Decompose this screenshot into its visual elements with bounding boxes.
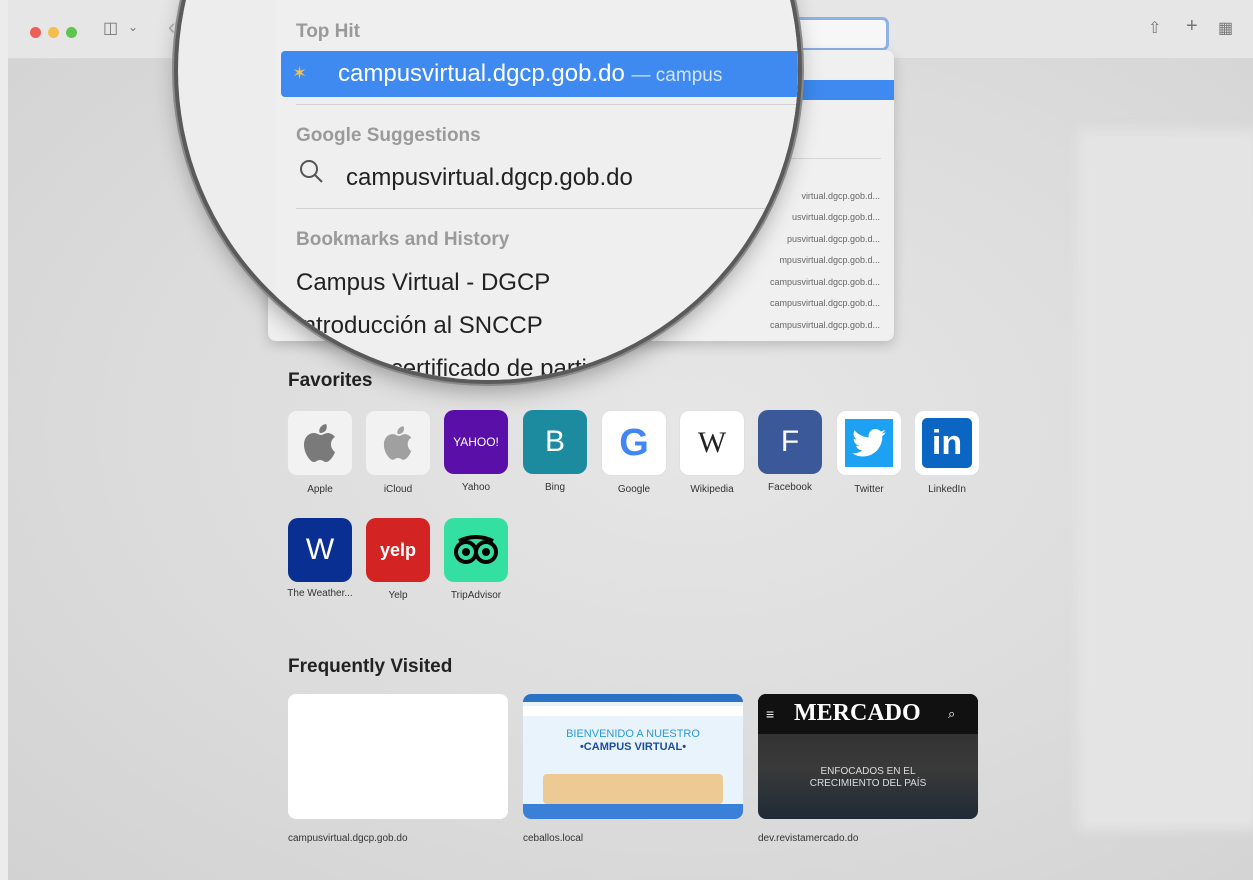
favorite-label: Apple (307, 484, 333, 495)
yahoo-logo-icon: YAHOO! (444, 410, 508, 474)
site-thumbnail: BIENVENIDO A NUESTRO •CAMPUS VIRTUAL• (523, 694, 743, 819)
minimize-window-button[interactable] (48, 27, 59, 38)
favorite-twitter[interactable]: Twitter (829, 410, 909, 496)
top-hit-subtitle: — campus (631, 65, 723, 86)
history-item[interactable]: Generar certificado de parti (296, 355, 587, 380)
weather-letter-icon: W (288, 518, 352, 582)
thumbnail-text: CRECIMIENTO DEL PAÍS (809, 778, 927, 789)
bing-letter-icon: B (523, 410, 587, 474)
favorite-bing[interactable]: B Bing (515, 410, 595, 494)
favorite-label: iCloud (383, 484, 413, 495)
top-hit-header: Top Hit (296, 21, 361, 42)
history-item[interactable]: Introducción al SNCCP (296, 312, 543, 340)
background-blur-panel (1078, 130, 1253, 830)
top-hit-text[interactable]: campusvirtual.dgcp.gob.do — campus (338, 60, 722, 88)
chevron-down-icon[interactable]: ⌄ (128, 20, 138, 34)
tripadvisor-owl-icon (444, 518, 508, 582)
wikipedia-logo-icon: W (679, 410, 745, 476)
frequent-site-label: campusvirtual.dgcp.gob.do (288, 833, 408, 844)
frequent-site-campusvirtual[interactable]: campusvirtual.dgcp.gob.do (288, 694, 508, 844)
favorite-label: The Weather... (287, 588, 353, 599)
close-window-button[interactable] (30, 27, 41, 38)
facebook-letter-icon: F (758, 410, 822, 474)
back-icon[interactable]: ‹ (168, 14, 175, 40)
share-icon[interactable]: ⇧ (1148, 18, 1161, 38)
favorite-label: Bing (544, 482, 565, 493)
top-hit-url: campusvirtual.dgcp.gob.do (338, 60, 625, 87)
favorite-label: Google (617, 484, 651, 495)
apple-logo-icon (287, 410, 353, 476)
favorite-tripadvisor[interactable]: TripAdvisor (436, 518, 516, 602)
google-logo-icon: G (601, 410, 667, 476)
favorite-label: Wikipedia (690, 484, 734, 495)
google-suggestions-header: Google Suggestions (296, 125, 481, 146)
dropdown-separator (296, 104, 798, 105)
safari-window: ◫ ⌄ ‹ ⇧ + ▦ virtual.dgcp.gob.d... usvirt… (8, 0, 1253, 880)
thumbnail-heading: BIENVENIDO A NUESTRO (566, 728, 700, 740)
magnifier-lens: Top Hit ✶ campusvirtual.dgcp.gob.do — ca… (178, 0, 798, 380)
zoom-window-button[interactable] (66, 27, 77, 38)
favorite-facebook[interactable]: F Facebook (750, 410, 830, 494)
favorite-weather[interactable]: W The Weather... (280, 518, 360, 600)
linkedin-logo-icon: in (914, 410, 980, 476)
search-icon: ⌕ (948, 706, 956, 721)
favorite-apple[interactable]: Apple (280, 410, 360, 496)
tab-overview-icon[interactable]: ▦ (1218, 18, 1233, 38)
google-suggestion-item[interactable]: campusvirtual.dgcp.gob.do (346, 164, 633, 192)
dropdown-separator (296, 208, 798, 209)
frequent-site-revistamercado[interactable]: ≡ MERCADO ⌕ ENFOCADOS EN EL CRECIMIENTO … (758, 694, 978, 844)
favorite-label: TripAdvisor (450, 590, 502, 601)
favorite-label: Yahoo (461, 482, 491, 493)
favorite-yelp[interactable]: yelp Yelp (358, 518, 438, 602)
favorite-label: Yelp (388, 590, 408, 601)
frequent-site-label: ceballos.local (523, 833, 584, 844)
search-icon (300, 160, 323, 183)
sidebar-icon[interactable]: ◫ (103, 18, 118, 38)
favorite-yahoo[interactable]: YAHOO! Yahoo (436, 410, 516, 494)
favorite-label: Twitter (854, 484, 884, 495)
frequent-site-label: dev.revistamercado.do (758, 833, 859, 844)
favorite-google[interactable]: G Google (594, 410, 674, 496)
frequent-site-ceballos[interactable]: BIENVENIDO A NUESTRO •CAMPUS VIRTUAL• ce… (523, 694, 743, 844)
twitter-bird-icon (836, 410, 902, 476)
new-tab-icon[interactable]: + (1186, 15, 1198, 38)
hamburger-menu-icon: ≡ (766, 706, 775, 722)
thumbnail-text: ENFOCADOS EN EL (820, 766, 916, 777)
favorite-label: LinkedIn (928, 484, 966, 495)
thumbnail-logo: MERCADO (794, 700, 921, 726)
site-favicon-icon: ✶ (292, 63, 308, 83)
apple-logo-icon (365, 410, 431, 476)
magnified-dropdown: Top Hit ✶ campusvirtual.dgcp.gob.do — ca… (178, 0, 798, 380)
site-thumbnail: ≡ MERCADO ⌕ ENFOCADOS EN EL CRECIMIENTO … (758, 694, 978, 819)
yelp-logo-icon: yelp (366, 518, 430, 582)
favorite-icloud[interactable]: iCloud (358, 410, 438, 496)
thumbnail-heading: •CAMPUS VIRTUAL• (579, 741, 687, 753)
history-item[interactable]: Campus Virtual - DGCP (296, 269, 550, 297)
favorite-label: Facebook (768, 482, 812, 493)
bookmarks-history-header: Bookmarks and History (296, 229, 510, 250)
favorite-linkedin[interactable]: in LinkedIn (907, 410, 987, 496)
frequently-visited-title: Frequently Visited (288, 656, 453, 677)
site-thumbnail (288, 694, 508, 819)
favorite-wikipedia[interactable]: W Wikipedia (672, 410, 752, 496)
